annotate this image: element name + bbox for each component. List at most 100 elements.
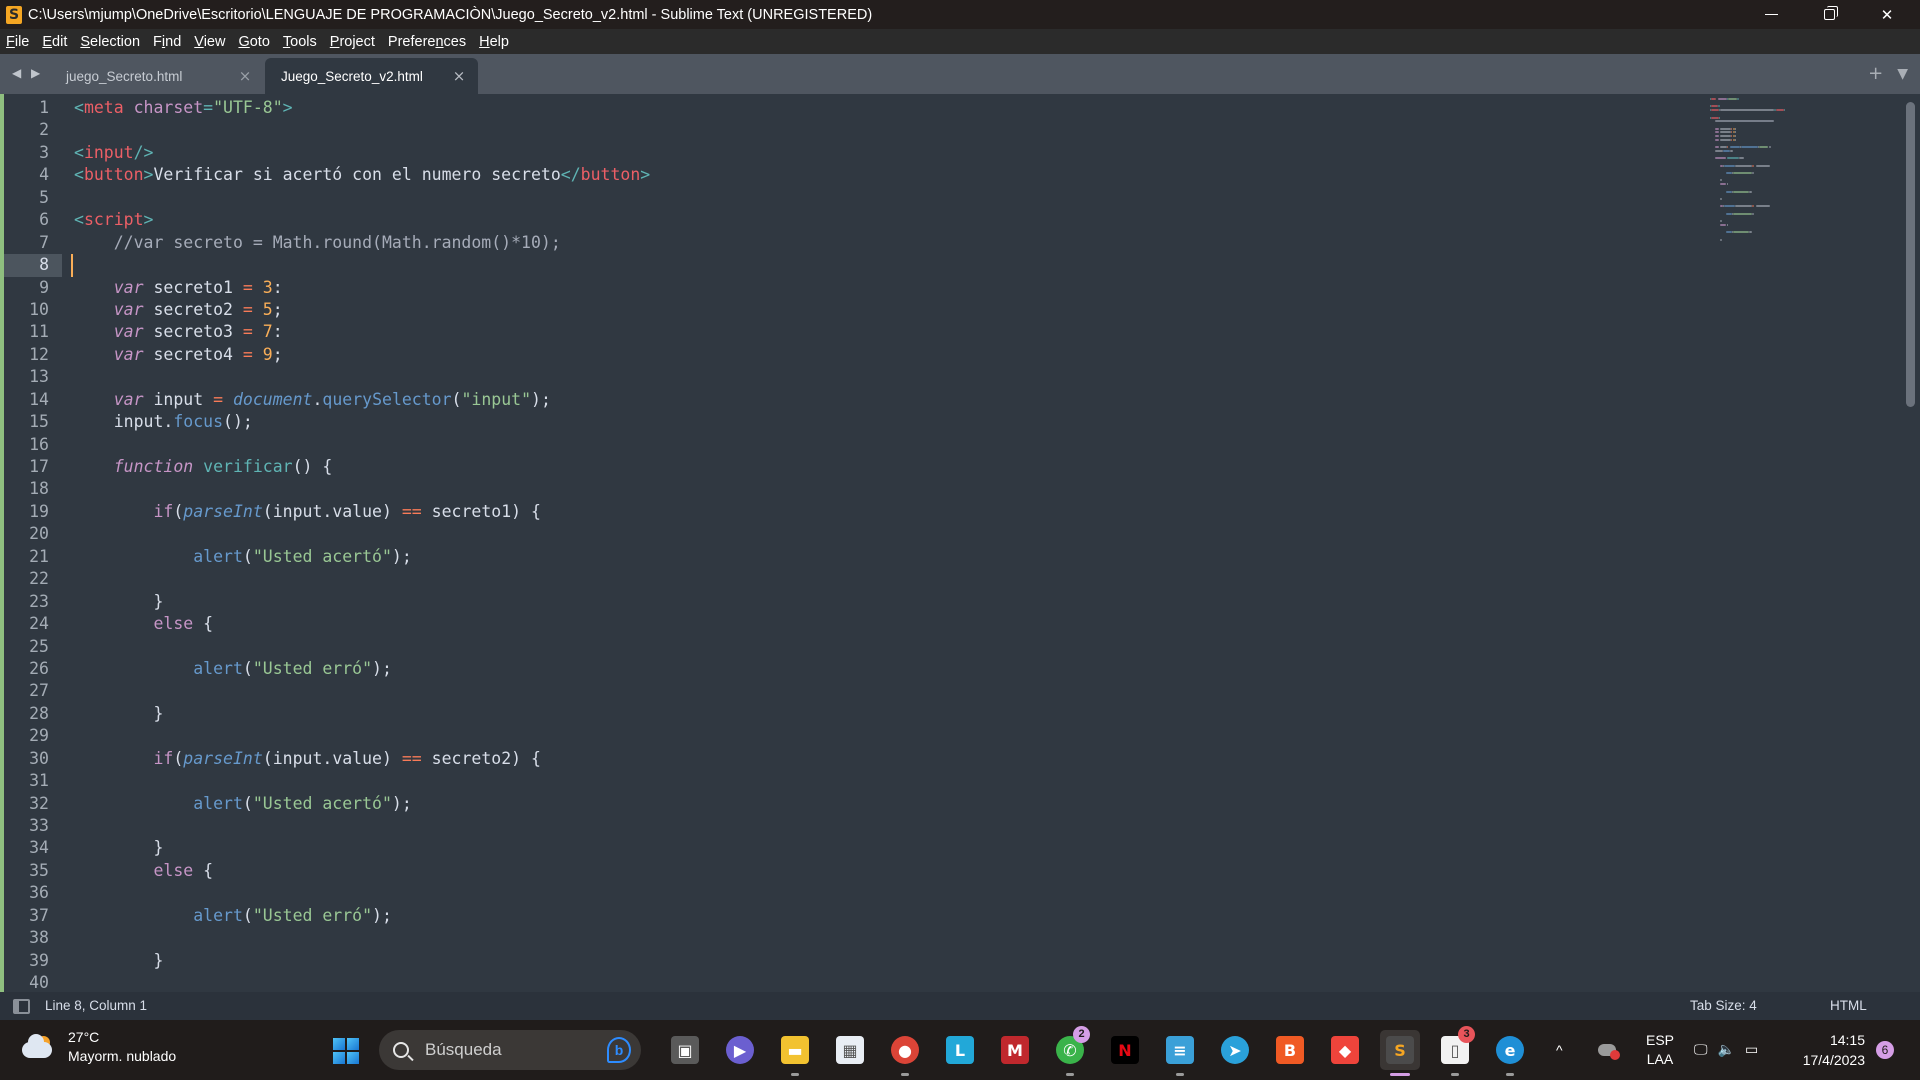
taskbar-app-task-view[interactable]: ▣ <box>665 1030 705 1070</box>
line-number[interactable]: 28 <box>4 703 62 725</box>
taskbar-app-sublime-text[interactable]: S <box>1380 1030 1420 1076</box>
line-number[interactable]: 8 <box>4 254 62 277</box>
code-line[interactable]: 18 <box>0 478 1700 500</box>
line-number[interactable]: 9 <box>4 277 62 299</box>
menu-file[interactable]: File <box>6 34 29 50</box>
line-number[interactable]: 25 <box>4 636 62 658</box>
code-line[interactable]: 8 <box>0 254 1700 277</box>
onedrive-error-icon[interactable] <box>1598 1020 1620 1080</box>
taskbar-app-anydesk[interactable]: ◆ <box>1325 1030 1365 1070</box>
code-line[interactable]: 4 <button>Verificar si acertó con el nume… <box>0 164 1700 186</box>
menu-tools[interactable]: Tools <box>283 34 317 50</box>
code-line[interactable]: 28 } <box>0 703 1700 725</box>
taskbar-app-netflix[interactable]: N <box>1105 1030 1145 1070</box>
language-indicator[interactable]: ESP LAA <box>1646 1020 1674 1080</box>
clock[interactable]: 14:15 17/4/2023 <box>1793 1030 1865 1070</box>
line-number[interactable]: 3 <box>4 142 62 164</box>
line-number[interactable]: 5 <box>4 187 62 209</box>
minimize-button[interactable] <box>1742 0 1800 29</box>
code-line[interactable]: 2 <box>0 119 1700 141</box>
taskbar-app-telegram[interactable]: ➤ <box>1215 1030 1255 1070</box>
line-number[interactable]: 15 <box>4 411 62 433</box>
menu-edit[interactable]: Edit <box>42 34 67 50</box>
line-number[interactable]: 40 <box>4 972 62 992</box>
code-line[interactable]: 17 function verificar() { <box>0 456 1700 478</box>
line-number[interactable]: 11 <box>4 321 62 343</box>
menu-view[interactable]: View <box>194 34 225 50</box>
code-line[interactable]: 27 <box>0 680 1700 702</box>
line-number[interactable]: 16 <box>4 434 62 456</box>
code-editor[interactable]: 1 <meta charset="UTF-8"> 2 3 <input/> 4 <butto… <box>0 94 1920 992</box>
line-number[interactable]: 27 <box>4 680 62 702</box>
menu-goto[interactable]: Goto <box>238 34 269 50</box>
code-line[interactable]: 3 <input/> <box>0 142 1700 164</box>
line-number[interactable]: 36 <box>4 882 62 904</box>
scrollbar-thumb[interactable] <box>1906 102 1915 408</box>
code-line[interactable]: 25 <box>0 636 1700 658</box>
line-number[interactable]: 14 <box>4 389 62 411</box>
line-number[interactable]: 30 <box>4 748 62 770</box>
code-line[interactable]: 19 if(parseInt(input.value) == secreto1)… <box>0 501 1700 523</box>
code-line[interactable]: 30 if(parseInt(input.value) == secreto2)… <box>0 748 1700 770</box>
weather-widget[interactable]: 27°C Mayorm. nublado <box>20 1028 176 1066</box>
tab-juego-secreto[interactable]: juego_Secreto.html × <box>50 58 264 94</box>
minimap[interactable] <box>1710 94 1880 394</box>
code-line[interactable]: 36 <box>0 882 1700 904</box>
line-number[interactable]: 35 <box>4 860 62 882</box>
line-number[interactable]: 21 <box>4 546 62 568</box>
tab-juego-secreto-v2[interactable]: Juego_Secreto_v2.html × <box>265 58 478 94</box>
code-line[interactable]: 33 <box>0 815 1700 837</box>
windows-start-icon[interactable] <box>333 1038 359 1064</box>
sidebar-toggle-icon[interactable] <box>13 999 30 1014</box>
line-number[interactable]: 12 <box>4 344 62 366</box>
line-number[interactable]: 22 <box>4 568 62 590</box>
tab-size[interactable]: Tab Size: 4 <box>1690 998 1757 1013</box>
line-number[interactable]: 18 <box>4 478 62 500</box>
line-number[interactable]: 33 <box>4 815 62 837</box>
line-number[interactable]: 4 <box>4 164 62 186</box>
taskbar-app-document-app[interactable]: ▯ 3 <box>1435 1026 1475 1076</box>
line-number[interactable]: 34 <box>4 837 62 859</box>
taskbar-app-teams-chat[interactable]: ▶ <box>720 1030 760 1070</box>
code-line[interactable]: 7 //var secreto = Math.round(Math.random… <box>0 232 1700 254</box>
line-number[interactable]: 23 <box>4 591 62 613</box>
code-line[interactable]: 26 alert("Usted erró"); <box>0 658 1700 680</box>
code-line[interactable]: 39 } <box>0 950 1700 972</box>
code-line[interactable]: 16 <box>0 434 1700 456</box>
line-number[interactable]: 26 <box>4 658 62 680</box>
code-line[interactable]: 10 var secreto2 = 5; <box>0 299 1700 321</box>
taskbar-app-microsoft-store[interactable]: ▦ <box>830 1030 870 1070</box>
line-number[interactable]: 20 <box>4 523 62 545</box>
line-number[interactable]: 19 <box>4 501 62 523</box>
taskbar-app-mcafee[interactable]: M <box>995 1030 1035 1070</box>
taskbar-app-file-explorer[interactable]: ▬ <box>775 1030 815 1076</box>
taskbar-app-notepad[interactable]: ≡ <box>1160 1030 1200 1076</box>
code-line[interactable]: 9 var secreto1 = 3: <box>0 277 1700 299</box>
line-number[interactable]: 13 <box>4 366 62 388</box>
menu-help[interactable]: Help <box>479 34 509 50</box>
menu-project[interactable]: Project <box>330 34 375 50</box>
code-line[interactable]: 22 <box>0 568 1700 590</box>
code-line[interactable]: 32 alert("Usted acertó"); <box>0 793 1700 815</box>
line-number[interactable]: 7 <box>4 232 62 254</box>
line-number[interactable]: 38 <box>4 927 62 949</box>
tab-close-icon[interactable]: × <box>234 67 256 85</box>
line-number[interactable]: 1 <box>4 97 62 119</box>
code-line[interactable]: 13 <box>0 366 1700 388</box>
menu-preferences[interactable]: Preferences <box>388 34 466 50</box>
code-line[interactable]: 14 var input = document.querySelector("i… <box>0 389 1700 411</box>
tab-close-icon[interactable]: × <box>448 67 470 85</box>
tab-nav-arrows[interactable]: ◀ ▶ <box>12 66 43 80</box>
code-line[interactable]: 38 <box>0 927 1700 949</box>
taskbar-app-brave[interactable]: B <box>1270 1030 1310 1070</box>
code-line[interactable]: 6 <script> <box>0 209 1700 231</box>
code-line[interactable]: 5 <box>0 187 1700 209</box>
line-number[interactable]: 29 <box>4 725 62 747</box>
notification-badge[interactable]: 6 <box>1876 1041 1894 1059</box>
code-line[interactable]: 31 <box>0 770 1700 792</box>
code-line[interactable]: 35 else { <box>0 860 1700 882</box>
new-tab-icon[interactable]: + <box>1868 63 1883 85</box>
code-line[interactable]: 15 input.focus(); <box>0 411 1700 433</box>
restore-button[interactable] <box>1800 0 1858 29</box>
tab-menu-icon[interactable]: ▼ <box>1897 63 1908 85</box>
